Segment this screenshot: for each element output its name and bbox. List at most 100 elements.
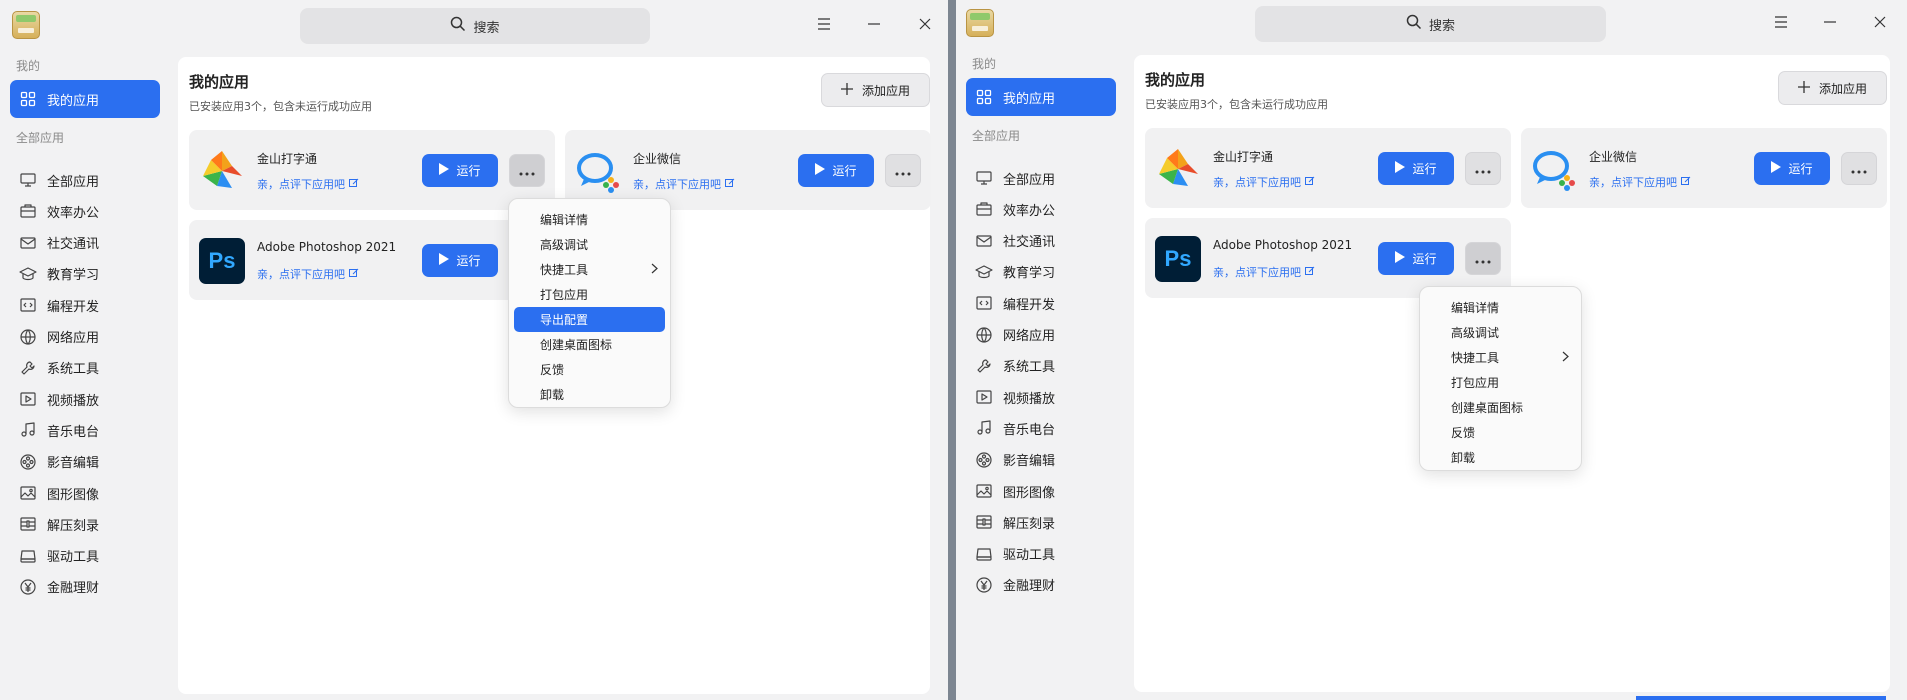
run-button[interactable]: 运行 [1378,152,1454,185]
grid-icon [975,88,993,106]
more-options-button[interactable] [1465,242,1501,275]
sidebar-item-category[interactable]: 金融理财 [966,566,1116,604]
menu-item-advanced-debug[interactable]: 高级调试 [1425,320,1576,345]
chevron-right-icon [651,263,658,277]
sidebar-item-label: 金融理财 [1003,579,1056,595]
mail-icon [19,234,37,252]
menu-item-create-desktop-icon[interactable]: 创建桌面图标 [514,332,665,357]
run-label: 运行 [832,164,857,178]
menu-item-edit-details[interactable]: 编辑详情 [1425,295,1576,320]
context-menu: 编辑详情 高级调试 快捷工具 打包应用 创建桌面图标 反馈 卸载 [1419,286,1582,471]
sidebar-item-label: 影音编辑 [1003,454,1056,470]
minimize-icon [1823,15,1837,29]
app-name: 企业微信 [1589,150,1638,164]
menu-item-advanced-debug[interactable]: 高级调试 [514,232,665,257]
menu-button[interactable] [812,12,836,36]
music-note-icon [975,419,993,437]
sidebar-item-category[interactable]: 金融理财 [10,568,160,606]
menu-item-export-config[interactable]: 导出配置 [514,307,665,332]
menu-item-shortcut-tools[interactable]: 快捷工具 [1425,345,1576,370]
hamburger-icon [817,17,831,31]
sidebar-item-label: 系统工具 [1003,360,1056,376]
sidebar-group-mine: 我的 [972,57,997,71]
search-icon [450,16,466,36]
add-app-label: 添加应用 [861,83,910,98]
ellipsis-icon [1475,159,1491,178]
rate-app-link[interactable]: 亲，点评下应用吧 [1589,174,1691,190]
rate-app-label: 亲，点评下应用吧 [633,178,721,191]
search-placeholder: 搜索 [1428,18,1455,34]
run-button[interactable]: 运行 [1378,242,1454,275]
add-app-button[interactable]: 添加应用 [1778,71,1887,105]
minimize-button[interactable] [1818,10,1842,34]
drive-icon [19,547,37,565]
rate-app-link[interactable]: 亲，点评下应用吧 [1213,264,1315,280]
yuan-icon [975,576,993,594]
more-options-button[interactable] [1841,152,1877,185]
rate-app-link[interactable]: 亲，点评下应用吧 [633,176,735,192]
sidebar-item-label: 驱动工具 [1003,548,1056,564]
wecom-icon [575,148,621,194]
edit-icon [725,178,735,191]
close-button[interactable] [913,12,937,36]
menu-item-create-desktop-icon[interactable]: 创建桌面图标 [1425,395,1576,420]
menu-item-uninstall[interactable]: 卸载 [514,382,665,407]
close-button[interactable] [1868,10,1892,34]
run-button[interactable]: 运行 [1754,152,1830,185]
wecom-icon [1531,146,1577,192]
more-options-button[interactable] [885,154,921,187]
add-app-label: 添加应用 [1818,81,1867,96]
menu-item-package-app[interactable]: 打包应用 [514,282,665,307]
app-logo-icon [12,11,40,39]
search-input[interactable]: 搜索 [300,8,650,44]
sidebar-item-my-apps[interactable]: 我的应用 [966,78,1116,116]
monitor-icon [975,169,993,187]
rate-app-label: 亲，点评下应用吧 [257,178,345,191]
menu-item-package-app[interactable]: 打包应用 [1425,370,1576,395]
app-card-wecom: 企业微信 亲，点评下应用吧 运行 [1521,128,1887,208]
menu-button[interactable] [1769,10,1793,34]
sidebar-item-label: 网络应用 [47,331,100,346]
menu-item-uninstall[interactable]: 卸载 [1425,445,1576,470]
wrench-icon [975,357,993,375]
edit-icon [1681,176,1691,189]
app-store-window-right: 搜索 我的 我的应用 全部应用 全部应用 效率办公 社交通讯 教育学习 编程开发 网络应用… [956,0,1907,700]
rate-app-link[interactable]: 亲，点评下应用吧 [257,266,359,282]
kingsoft-typing-icon [1155,146,1201,192]
run-button[interactable]: 运行 [798,154,874,187]
plus-icon [840,82,853,98]
more-options-button[interactable] [509,154,545,187]
monitor-icon [19,171,37,189]
minimize-button[interactable] [862,12,886,36]
titlebar: 搜索 [956,0,1907,50]
run-button[interactable]: 运行 [422,154,498,187]
more-options-button[interactable] [1465,152,1501,185]
run-button[interactable]: 运行 [422,244,498,277]
edit-icon [349,178,359,191]
app-logo-icon [966,9,994,37]
app-name: Adobe Photoshop 2021 [1213,238,1353,252]
mail-icon [975,232,993,250]
edit-icon [1305,176,1315,189]
sidebar: 我的 我的应用 全部应用 全部应用 效率办公 社交通讯 教育学习 编程开发 网络应用 系统工… [0,50,170,700]
menu-item-feedback[interactable]: 反馈 [1425,420,1576,445]
menu-item-feedback[interactable]: 反馈 [514,357,665,382]
sidebar-item-label: 音乐电台 [1003,422,1056,438]
add-app-button[interactable]: 添加应用 [821,73,930,107]
photoshop-icon: Ps [199,238,245,284]
sidebar-item-label: 效率办公 [1003,203,1056,219]
rate-app-link[interactable]: 亲，点评下应用吧 [257,176,359,192]
ellipsis-icon [1475,249,1491,268]
wrench-icon [19,359,37,377]
menu-item-shortcut-tools[interactable]: 快捷工具 [514,257,665,282]
sidebar-item-my-apps[interactable]: 我的应用 [10,80,160,118]
sidebar-item-label: 驱动工具 [47,550,100,566]
graduation-cap-icon [19,265,37,283]
sidebar-item-label: 图形图像 [47,487,100,503]
menu-item-edit-details[interactable]: 编辑详情 [514,207,665,232]
search-input[interactable]: 搜索 [1255,6,1606,42]
ellipsis-icon [895,161,911,180]
sidebar-item-label: 编程开发 [47,299,100,315]
briefcase-icon [975,200,993,218]
rate-app-link[interactable]: 亲，点评下应用吧 [1213,174,1315,190]
